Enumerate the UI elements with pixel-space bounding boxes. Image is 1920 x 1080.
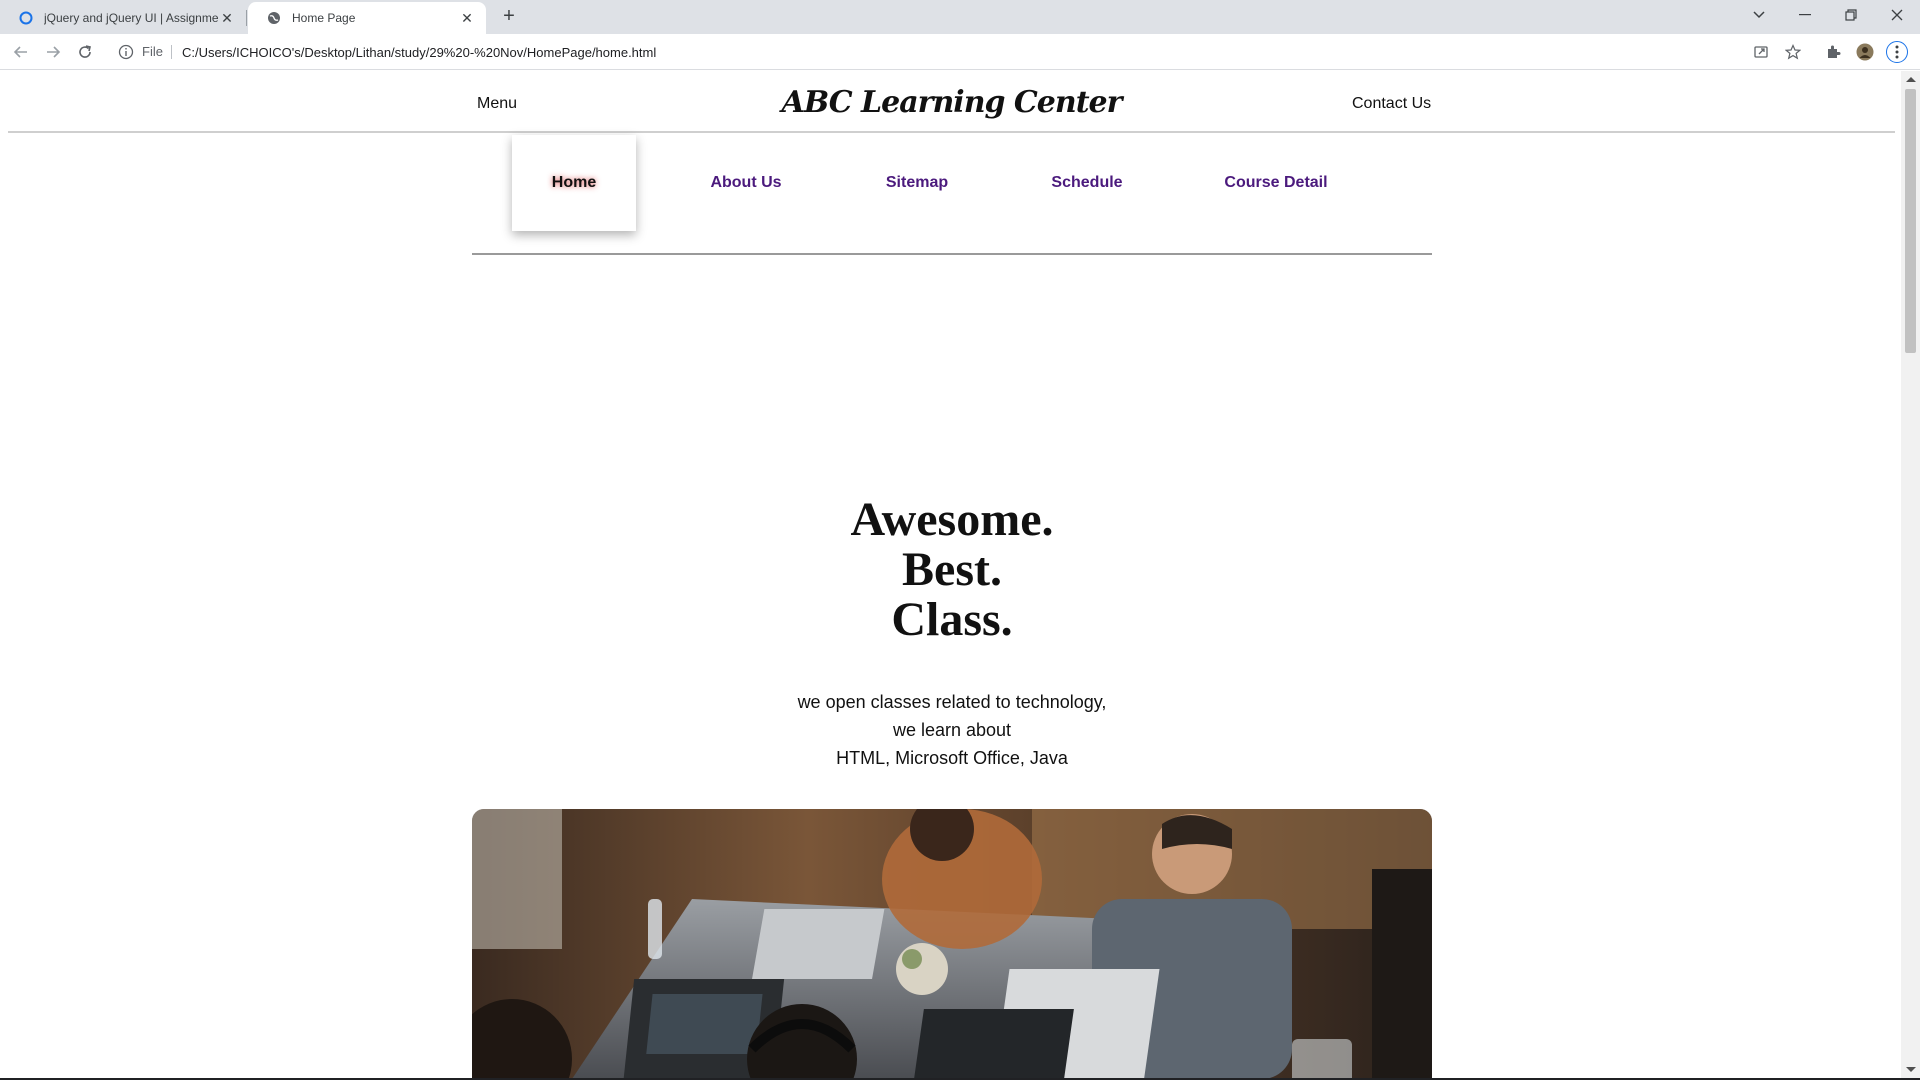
page-viewport: Menu ABC Learning Center Contact Us Home…	[0, 71, 1901, 1078]
tab-separator	[246, 10, 247, 26]
restore-icon[interactable]	[1828, 0, 1874, 30]
tab-close-icon[interactable]: ✕	[218, 9, 236, 27]
share-icon[interactable]	[1750, 41, 1772, 63]
tab-close-icon[interactable]: ✕	[458, 9, 476, 27]
globe-icon	[266, 10, 282, 26]
scroll-up-icon[interactable]	[1906, 77, 1916, 82]
hero-heading: Awesome. Best. Class.	[472, 495, 1432, 645]
main-nav: Home About Us Sitemap Schedule Course De…	[472, 135, 1432, 255]
url-text[interactable]: C:/Users/ICHOICO's/Desktop/Lithan/study/…	[182, 45, 656, 60]
scroll-down-icon[interactable]	[1906, 1067, 1916, 1072]
nav-item-course-detail[interactable]: Course Detail	[1214, 135, 1338, 231]
nav-item-about-us[interactable]: About Us	[696, 135, 796, 231]
extensions-icon[interactable]	[1822, 41, 1844, 63]
site-header: Menu ABC Learning Center Contact Us	[8, 71, 1895, 133]
kebab-menu-icon[interactable]	[1886, 41, 1908, 63]
scrollbar-thumb[interactable]	[1905, 89, 1916, 353]
star-icon[interactable]	[1782, 41, 1804, 63]
forward-icon[interactable]	[42, 41, 64, 63]
close-icon[interactable]	[1874, 0, 1920, 30]
nav-item-sitemap[interactable]: Sitemap	[872, 135, 962, 231]
info-icon[interactable]	[118, 44, 134, 60]
tab-favicon-icon	[18, 10, 34, 26]
back-icon[interactable]	[10, 41, 32, 63]
new-tab-icon[interactable]: +	[498, 6, 520, 28]
scheme-label: File	[142, 45, 172, 59]
contact-us-link[interactable]: Contact Us	[1352, 95, 1431, 113]
hero-line: Best.	[902, 543, 1002, 596]
tab-home-page[interactable]: Home Page ✕	[248, 2, 486, 34]
tab-title: Home Page	[292, 11, 356, 25]
classroom-photo	[472, 809, 1432, 1078]
site-brand: ABC Learning Center	[781, 85, 1123, 120]
subtitle-line: we learn about	[892, 720, 1012, 740]
tab-jquery[interactable]: jQuery and jQuery UI | Assignme ✕	[0, 2, 246, 34]
tab-search-icon[interactable]	[1736, 0, 1782, 30]
browser-toolbar: File C:/Users/ICHOICO's/Desktop/Lithan/s…	[0, 34, 1920, 70]
hero-line: Awesome.	[850, 493, 1054, 546]
profile-icon[interactable]	[1854, 41, 1876, 63]
nav-item-home[interactable]: Home	[512, 135, 636, 231]
address-bar[interactable]: File C:/Users/ICHOICO's/Desktop/Lithan/s…	[108, 38, 1788, 66]
tab-strip: jQuery and jQuery UI | Assignme ✕ Home P…	[0, 0, 1920, 34]
tab-title: jQuery and jQuery UI | Assignme	[44, 11, 219, 25]
nav-item-schedule[interactable]: Schedule	[1040, 135, 1134, 231]
subtitle-line: HTML, Microsoft Office, Java	[836, 748, 1068, 768]
reload-icon[interactable]	[74, 41, 96, 63]
minimize-icon[interactable]	[1782, 0, 1828, 30]
hero-line: Class.	[891, 593, 1013, 646]
subtitle-line: we open classes related to technology,	[797, 692, 1107, 712]
hero-subtitle: we open classes related to technology, w…	[472, 688, 1432, 772]
vertical-scrollbar[interactable]	[1901, 71, 1920, 1078]
